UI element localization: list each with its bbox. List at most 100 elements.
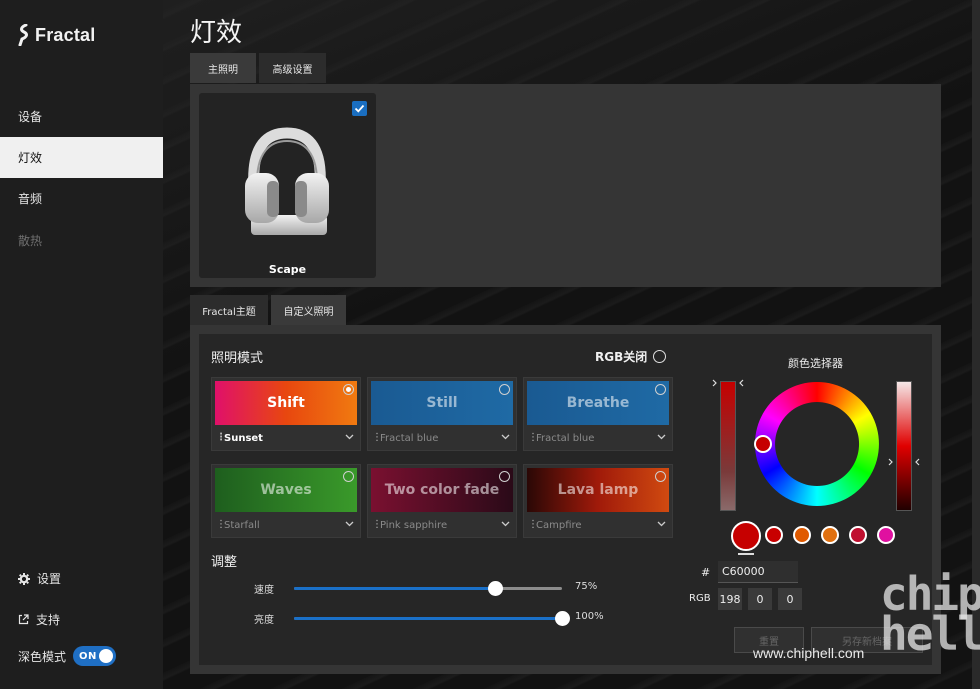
mode-swatch: Waves bbox=[215, 468, 357, 512]
chevron-down-icon bbox=[657, 433, 666, 443]
color-wheel[interactable] bbox=[752, 379, 882, 509]
current-color-swatch bbox=[731, 521, 761, 551]
mode-card[interactable]: Waves ⋮ Starfall bbox=[211, 464, 361, 538]
fractal-logo-icon bbox=[18, 24, 28, 46]
rgb-off-label: RGB关闭 bbox=[595, 350, 648, 364]
chevron-down-icon bbox=[345, 520, 354, 530]
tab-advanced-settings[interactable]: 高级设置 bbox=[259, 53, 326, 83]
color-picker-title: 颜色选择器 bbox=[788, 357, 843, 370]
toggle-state: ON bbox=[79, 650, 97, 662]
sidebar-item-lighting[interactable]: 灯效 bbox=[0, 137, 163, 178]
headphones-image bbox=[245, 127, 329, 235]
device-checkbox[interactable] bbox=[352, 101, 367, 116]
preset-color-swatch[interactable] bbox=[849, 526, 867, 544]
slider-arrow-icon bbox=[888, 458, 893, 466]
preset-color-swatch[interactable] bbox=[793, 526, 811, 544]
brightness-slider-fill bbox=[294, 617, 562, 620]
chevron-down-icon bbox=[501, 433, 510, 443]
tab-main-lighting[interactable]: 主照明 bbox=[190, 53, 256, 83]
speed-label: 速度 bbox=[254, 585, 274, 596]
mode-preset-dropdown[interactable]: ⋮ Pink sapphire bbox=[372, 517, 514, 533]
sidebar: Fractal 设备 灯效 音频 散热 设置 支持 深色模式 ON bbox=[0, 0, 163, 689]
drag-handle-icon[interactable]: ⋮ bbox=[372, 520, 382, 530]
preset-color-swatch[interactable] bbox=[765, 526, 783, 544]
brightness-slider[interactable] bbox=[294, 611, 570, 626]
watermark-logo: chip hell bbox=[880, 567, 980, 661]
mode-name: Still bbox=[426, 395, 458, 411]
hex-input[interactable]: C60000 bbox=[718, 561, 798, 583]
mode-name: Breathe bbox=[566, 395, 630, 411]
lighting-mode-title: 照明模式 bbox=[211, 351, 264, 366]
mode-preset-label: Fractal blue bbox=[380, 432, 439, 444]
mode-swatch: Breathe bbox=[527, 381, 669, 425]
mode-card[interactable]: Two color fade ⋮ Pink sapphire bbox=[367, 464, 517, 538]
red-input[interactable]: 198 bbox=[718, 588, 742, 610]
tab-fractal-theme[interactable]: Fractal主题 bbox=[190, 295, 268, 325]
mode-card[interactable]: Breathe ⋮ Fractal blue bbox=[523, 377, 673, 451]
brightness-slider-knob[interactable] bbox=[555, 611, 570, 626]
mode-card[interactable]: Shift ⋮ Sunset bbox=[211, 377, 361, 451]
mode-card[interactable]: Lava lamp ⋮ Campfire bbox=[523, 464, 673, 538]
mode-radio[interactable] bbox=[655, 471, 666, 482]
gear-icon bbox=[18, 572, 30, 585]
fractal-logo: Fractal bbox=[17, 24, 95, 46]
mode-card[interactable]: Still ⋮ Fractal blue bbox=[367, 377, 517, 451]
mode-preset-label: Pink sapphire bbox=[380, 519, 448, 531]
mode-radio[interactable] bbox=[343, 471, 354, 482]
settings-link[interactable]: 设置 bbox=[18, 570, 61, 587]
mode-name: Shift bbox=[267, 395, 305, 411]
mode-radio[interactable] bbox=[655, 384, 666, 395]
toggle-knob bbox=[99, 649, 114, 663]
preset-color-swatch[interactable] bbox=[821, 526, 839, 544]
slider-arrow-icon bbox=[712, 379, 717, 387]
mode-name: Lava lamp bbox=[557, 482, 639, 498]
mode-radio[interactable] bbox=[499, 471, 510, 482]
adjust-title: 调整 bbox=[211, 555, 238, 570]
speed-slider-knob[interactable] bbox=[488, 581, 503, 596]
brightness-bar[interactable] bbox=[896, 381, 912, 511]
mode-preset-dropdown[interactable]: ⋮ Fractal blue bbox=[372, 430, 514, 446]
dark-mode-toggle[interactable]: ON bbox=[73, 646, 117, 666]
app-window: Fractal 设备 灯效 音频 散热 设置 支持 深色模式 ON 灯效 主照明… bbox=[0, 0, 980, 689]
dark-mode-label: 深色模式 bbox=[18, 649, 67, 664]
brand-name: Fractal bbox=[35, 24, 96, 45]
sidebar-item-audio[interactable]: 音频 bbox=[0, 178, 163, 219]
drag-handle-icon[interactable]: ⋮ bbox=[528, 520, 538, 530]
speed-value: 75% bbox=[575, 581, 598, 592]
drag-handle-icon[interactable]: ⋮ bbox=[216, 520, 226, 530]
mode-swatch: Two color fade bbox=[371, 468, 513, 512]
mode-preset-dropdown[interactable]: ⋮ Sunset bbox=[216, 430, 358, 446]
mode-preset-dropdown[interactable]: ⋮ Campfire bbox=[528, 517, 670, 533]
saturation-bar[interactable] bbox=[720, 381, 736, 511]
page-title: 灯效 bbox=[190, 18, 243, 48]
brightness-label: 亮度 bbox=[254, 615, 274, 626]
speed-slider-fill bbox=[294, 587, 495, 590]
tab-custom-lighting[interactable]: 自定义照明 bbox=[271, 295, 346, 325]
mode-radio[interactable] bbox=[343, 384, 354, 395]
sidebar-item-devices[interactable]: 设备 bbox=[0, 96, 163, 137]
mode-preset-dropdown[interactable]: ⋮ Fractal blue bbox=[528, 430, 670, 446]
preset-color-swatch[interactable] bbox=[877, 526, 895, 544]
mode-name: Two color fade bbox=[384, 482, 500, 498]
rgb-off-option[interactable]: RGB关闭 bbox=[595, 348, 667, 365]
green-input[interactable]: 0 bbox=[748, 588, 772, 610]
blue-input[interactable]: 0 bbox=[778, 588, 802, 610]
device-name: Scape bbox=[268, 263, 307, 276]
drag-handle-icon[interactable]: ⋮ bbox=[216, 433, 226, 443]
mode-preset-label: Starfall bbox=[224, 519, 260, 531]
support-link[interactable]: 支持 bbox=[18, 611, 60, 628]
mode-radio[interactable] bbox=[499, 384, 510, 395]
mode-preset-dropdown[interactable]: ⋮ Starfall bbox=[216, 517, 358, 533]
sidebar-item-cooling: 散热 bbox=[18, 234, 43, 248]
device-card[interactable]: Scape bbox=[199, 93, 376, 278]
current-indicator bbox=[738, 553, 754, 555]
mode-swatch: Shift bbox=[215, 381, 357, 425]
drag-handle-icon[interactable]: ⋮ bbox=[528, 433, 538, 443]
rgb-off-radio[interactable] bbox=[653, 350, 667, 363]
drag-handle-icon[interactable]: ⋮ bbox=[372, 433, 382, 443]
speed-slider[interactable] bbox=[294, 581, 562, 596]
watermark-url: www.chiphell.com bbox=[753, 645, 865, 661]
chevron-down-icon bbox=[345, 433, 354, 443]
slider-arrow-icon bbox=[739, 379, 744, 387]
hex-label: # bbox=[701, 566, 711, 579]
